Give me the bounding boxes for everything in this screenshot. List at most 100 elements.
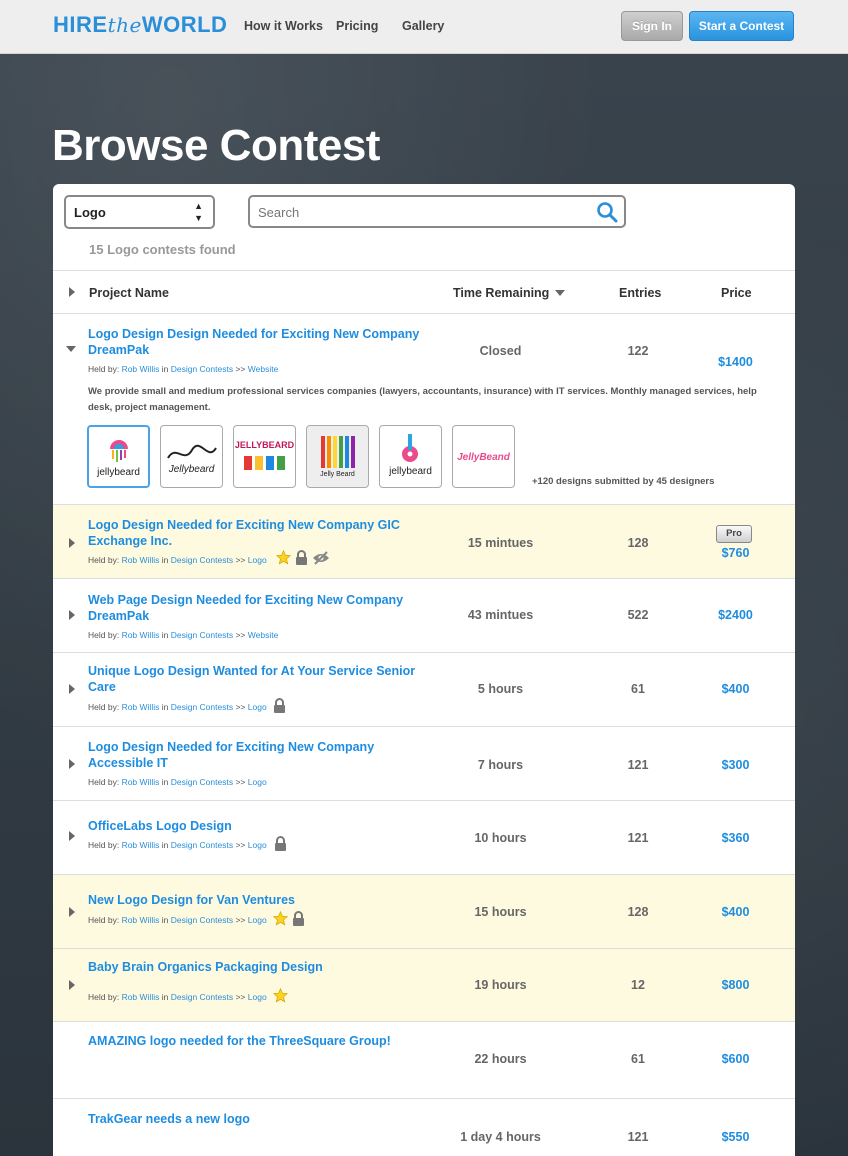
expand-icon[interactable] <box>69 907 75 917</box>
table-header: Project Name Time Remaining Entries Pric… <box>53 270 795 314</box>
table-row-expanded[interactable]: Logo Design Design Needed for Exciting N… <box>53 314 795 505</box>
sort-down-icon[interactable] <box>555 290 565 296</box>
contest-title[interactable]: Web Page Design Needed for Exciting New … <box>88 592 428 624</box>
logo-the: the <box>107 13 142 37</box>
design-thumbnail[interactable]: jellybeard <box>87 425 150 488</box>
category-link[interactable]: Design Contests <box>171 555 233 565</box>
contest-title[interactable]: Logo Design Needed for Exciting New Comp… <box>88 517 428 549</box>
sign-in-button[interactable]: Sign In <box>621 11 683 41</box>
contest-panel: Logo ▲▼ 15 Logo contests found Project N… <box>53 184 795 1156</box>
header-time-remaining[interactable]: Time Remaining <box>453 286 549 300</box>
collapse-icon[interactable] <box>66 346 76 352</box>
held-by-link[interactable]: Rob Willis <box>122 915 160 925</box>
expand-icon[interactable] <box>69 831 75 841</box>
design-thumbnail[interactable]: Jelly Beard <box>306 425 369 488</box>
subcategory-link[interactable]: Logo <box>248 777 267 787</box>
search-input[interactable] <box>258 198 578 226</box>
start-contest-button[interactable]: Start a Contest <box>689 11 794 41</box>
search-icon[interactable] <box>596 201 618 223</box>
expand-icon[interactable] <box>69 610 75 620</box>
table-row[interactable]: Logo Design Needed for Exciting New Comp… <box>53 727 795 801</box>
site-logo[interactable]: HIREtheWORLD <box>53 12 227 38</box>
expand-icon[interactable] <box>69 538 75 548</box>
category-select[interactable]: Logo ▲ ▼ <box>64 195 215 229</box>
contest-title[interactable]: OfficeLabs Logo Design <box>88 818 428 834</box>
nav-how-it-works[interactable]: How it Works <box>244 19 323 33</box>
design-thumbnail[interactable]: JELLYBEARD <box>233 425 296 488</box>
contest-title[interactable]: Logo Design Design Needed for Exciting N… <box>88 326 428 358</box>
subcategory-link[interactable]: Logo <box>248 992 267 1002</box>
nav-pricing[interactable]: Pricing <box>336 19 378 33</box>
table-row[interactable]: TrakGear needs a new logo 1 day 4 hours … <box>53 1099 795 1156</box>
table-row[interactable]: OfficeLabs Logo Design Held by: Rob Will… <box>53 801 795 875</box>
price: $360 <box>721 831 750 845</box>
category-link[interactable]: Design Contests <box>171 630 233 640</box>
subcategory-link[interactable]: Website <box>248 364 279 374</box>
design-thumbnail[interactable]: Jellybeard <box>160 425 223 488</box>
subcategory-link[interactable]: Logo <box>248 555 267 565</box>
table-row[interactable]: Unique Logo Design Wanted for At Your Se… <box>53 653 795 727</box>
subcategory-link[interactable]: Website <box>248 630 279 640</box>
design-thumbnail[interactable]: JellyBeand <box>452 425 515 488</box>
separator: >> <box>235 777 246 787</box>
price: $2400 <box>718 608 753 622</box>
held-by-link[interactable]: Rob Willis <box>122 777 160 787</box>
time-remaining: 5 hours <box>477 682 524 696</box>
time-remaining: 15 mintues <box>467 536 534 550</box>
contest-title[interactable]: New Logo Design for Van Ventures <box>88 892 428 908</box>
thumbnail-label: JellyBeand <box>457 452 510 463</box>
held-by-link[interactable]: Rob Willis <box>122 364 160 374</box>
header-price: Price <box>721 286 752 300</box>
contest-title[interactable]: Logo Design Needed for Exciting New Comp… <box>88 739 428 771</box>
table-row[interactable]: AMAZING logo needed for the ThreeSquare … <box>53 1022 795 1099</box>
contest-title[interactable]: TrakGear needs a new logo <box>88 1111 428 1127</box>
category-link[interactable]: Design Contests <box>171 364 233 374</box>
guitar-icon <box>402 434 418 462</box>
entries-count: 121 <box>627 758 649 772</box>
nav-gallery[interactable]: Gallery <box>402 19 444 33</box>
expand-icon[interactable] <box>69 759 75 769</box>
lock-icon <box>293 911 304 926</box>
expand-icon[interactable] <box>69 684 75 694</box>
held-by-link[interactable]: Rob Willis <box>122 992 160 1002</box>
held-by: Held by: Rob Willis in Design Contests >… <box>88 915 267 925</box>
entries-count: 122 <box>627 344 649 358</box>
category-link[interactable]: Design Contests <box>171 702 233 712</box>
table-row[interactable]: Baby Brain Organics Packaging Design Hel… <box>53 949 795 1022</box>
price: $400 <box>721 682 750 696</box>
designs-submitted: +120 designs submitted by 45 designers <box>532 476 715 487</box>
contest-title[interactable]: Baby Brain Organics Packaging Design <box>88 959 428 975</box>
subcategory-link[interactable]: Logo <box>248 915 267 925</box>
contest-title[interactable]: AMAZING logo needed for the ThreeSquare … <box>88 1033 428 1049</box>
in-label: in <box>161 840 169 850</box>
category-link[interactable]: Design Contests <box>171 840 233 850</box>
separator: >> <box>235 555 246 565</box>
design-thumbnail[interactable]: jellybeard <box>379 425 442 488</box>
table-row[interactable]: Logo Design Needed for Exciting New Comp… <box>53 505 795 579</box>
held-by-link[interactable]: Rob Willis <box>122 630 160 640</box>
expand-all-icon[interactable] <box>69 287 75 297</box>
held-by: Held by: Rob Willis in Design Contests >… <box>88 630 278 640</box>
category-link[interactable]: Design Contests <box>171 777 233 787</box>
held-by-link[interactable]: Rob Willis <box>122 840 160 850</box>
price: $1400 <box>718 355 753 369</box>
table-row[interactable]: Web Page Design Needed for Exciting New … <box>53 579 795 653</box>
lock-icon <box>296 550 307 565</box>
in-label: in <box>161 777 169 787</box>
subcategory-link[interactable]: Logo <box>248 702 267 712</box>
contest-description: We provide small and medium professional… <box>88 386 757 413</box>
category-link[interactable]: Design Contests <box>171 915 233 925</box>
held-by: Held by: Rob Willis in Design Contests >… <box>88 777 267 787</box>
star-icon <box>273 911 288 926</box>
subcategory-link[interactable]: Logo <box>248 840 267 850</box>
held-by-link[interactable]: Rob Willis <box>122 555 160 565</box>
top-bar: HIREtheWORLD How it Works Pricing Galler… <box>0 0 848 54</box>
contest-title[interactable]: Unique Logo Design Wanted for At Your Se… <box>88 663 428 695</box>
entries-count: 128 <box>627 905 649 919</box>
held-by-link[interactable]: Rob Willis <box>122 702 160 712</box>
held-by: Held by: Rob Willis in Design Contests >… <box>88 840 267 850</box>
table-row[interactable]: New Logo Design for Van Ventures Held by… <box>53 875 795 949</box>
category-link[interactable]: Design Contests <box>171 992 233 1002</box>
entries-count: 121 <box>627 1130 649 1144</box>
expand-icon[interactable] <box>69 980 75 990</box>
